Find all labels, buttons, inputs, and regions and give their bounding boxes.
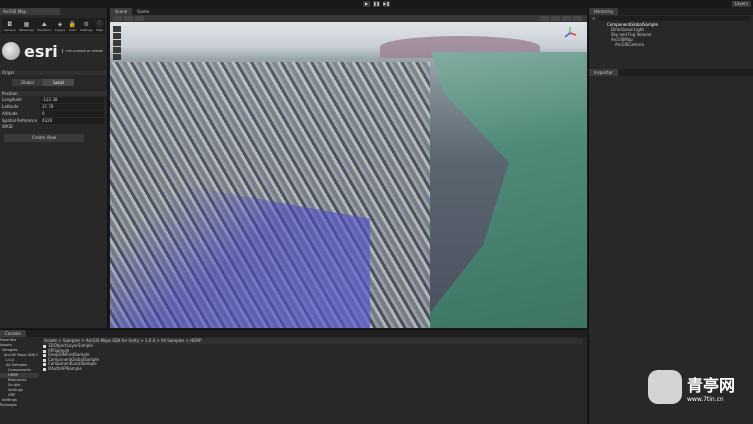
tab-scene[interactable]: Scene bbox=[110, 8, 133, 15]
elevation-icon: ⛰ bbox=[41, 20, 47, 28]
field-label: Latitude bbox=[2, 104, 19, 109]
field-input[interactable]: 0 bbox=[40, 111, 104, 117]
origin-toggle: Global Local bbox=[12, 79, 74, 86]
watermark-logo-icon bbox=[648, 370, 682, 404]
tool-settings[interactable]: ⚙ Settings bbox=[80, 21, 92, 32]
field-row: Spatial Reference WKID 4326 bbox=[0, 118, 107, 129]
tool-label: Auth bbox=[69, 27, 77, 32]
basemap-icon: ▦ bbox=[23, 20, 30, 28]
camera-icon: ◘ bbox=[7, 20, 13, 28]
create-view-button[interactable]: Create View bbox=[4, 134, 84, 142]
rect-tool[interactable] bbox=[113, 54, 121, 60]
scene-panel: Scene Game bbox=[110, 8, 587, 328]
position-header: Position bbox=[0, 90, 107, 96]
draw-mode-button[interactable] bbox=[113, 15, 122, 21]
hierarchy-item[interactable]: ArcGISCamera bbox=[589, 42, 753, 47]
scene-viewport[interactable] bbox=[110, 22, 587, 328]
orientation-gizmo-icon[interactable] bbox=[563, 26, 577, 40]
tool-label: Layers bbox=[55, 27, 65, 32]
tab-console[interactable]: Console bbox=[0, 330, 26, 337]
tool-elevation[interactable]: ⛰ Elevation bbox=[37, 21, 51, 32]
layers-dropdown[interactable]: Layers bbox=[731, 1, 751, 7]
map-tools: ◘ Camera ▦ Basemap ⛰ Elevation ◈ Layers 🔒 Auth ⚙ Se… bbox=[2, 18, 105, 34]
tool-auth[interactable]: 🔒 Auth bbox=[69, 21, 76, 32]
origin-header: Origin bbox=[0, 69, 107, 75]
file-item[interactable]: OAuthAPISample bbox=[42, 366, 582, 372]
tab-game[interactable]: Game bbox=[132, 8, 154, 15]
global-button[interactable]: Global bbox=[12, 79, 43, 86]
tool-camera[interactable]: ◘ Camera bbox=[4, 21, 16, 32]
pause-button[interactable]: ❚❚ bbox=[373, 1, 380, 7]
tool-label: Basemap bbox=[19, 27, 34, 32]
tool-label: Elevation bbox=[37, 27, 52, 32]
field-row: Altitude 0 bbox=[0, 111, 107, 117]
tab-arcgis-map[interactable]: ArcGIS Map bbox=[0, 8, 60, 15]
esri-wordmark: esri bbox=[24, 41, 58, 61]
tool-basemap[interactable]: ▦ Basemap bbox=[20, 21, 34, 32]
tool-label: Help bbox=[96, 27, 104, 32]
project-tree: FavoritesAssetsSamplesArcGIS Maps SDK fo… bbox=[0, 338, 38, 418]
scene-toolbar bbox=[110, 15, 587, 22]
project-files: Assets > Samples > ArcGIS Maps SDK for U… bbox=[42, 338, 582, 418]
console-project-panel: Console Favorites Assets Samples ArcGIS Map… bbox=[0, 329, 587, 424]
gizmos-button[interactable] bbox=[540, 15, 549, 21]
tab-hierarchy[interactable]: Hierarchy bbox=[589, 8, 619, 15]
local-button[interactable]: Local bbox=[43, 79, 74, 86]
arcgis-map-panel: ArcGIS Map ◘ Camera ▦ Basemap ⛰ Elevation ◈ Lay… bbox=[0, 8, 108, 328]
tool-help[interactable]: ⓘ Help bbox=[96, 21, 103, 32]
hand-tool[interactable] bbox=[113, 26, 121, 32]
scale-tool[interactable] bbox=[113, 47, 121, 53]
step-button[interactable]: ▶❚ bbox=[383, 1, 390, 7]
play-button[interactable]: ▶ bbox=[363, 1, 370, 7]
watermark: 青亭网 www.7tin.cn bbox=[648, 370, 735, 404]
move-tool[interactable] bbox=[113, 33, 121, 39]
top-right-tools: Layers bbox=[731, 1, 751, 7]
tab-inspector[interactable]: Inspector bbox=[589, 69, 618, 76]
help-icon: ⓘ bbox=[96, 20, 103, 28]
tool-label: Camera bbox=[3, 27, 16, 32]
field-row: Latitude 37.78 bbox=[0, 104, 107, 110]
tagline: THE SCIENCE OF WHERE bbox=[61, 49, 103, 53]
field-input[interactable]: -122.38 bbox=[40, 97, 104, 103]
field-input[interactable]: 4326 bbox=[40, 118, 104, 124]
globe-icon bbox=[2, 42, 20, 60]
field-label: Spatial Reference WKID bbox=[2, 118, 38, 129]
playback-controls: ▶ ❚❚ ▶❚ bbox=[363, 1, 390, 7]
grid-button[interactable] bbox=[573, 15, 582, 21]
rotate-tool[interactable] bbox=[113, 40, 121, 46]
field-label: Altitude bbox=[2, 111, 18, 116]
tool-layers[interactable]: ◈ Layers bbox=[55, 21, 65, 32]
field-input[interactable]: 37.78 bbox=[40, 104, 104, 110]
2d-button[interactable] bbox=[124, 15, 133, 21]
layers-icon: ◈ bbox=[57, 20, 63, 28]
settings-icon: ⚙ bbox=[83, 20, 89, 28]
auth-icon: 🔒 bbox=[68, 20, 77, 28]
field-row: Longitude -122.38 bbox=[0, 97, 107, 103]
watermark-name: 青亭网 bbox=[687, 375, 736, 395]
field-label: Longitude bbox=[2, 97, 22, 102]
esri-logo: esri THE SCIENCE OF WHERE bbox=[0, 37, 107, 65]
watermark-url: www.7tin.cn bbox=[687, 395, 724, 403]
add-icon[interactable]: + bbox=[592, 16, 595, 21]
project-tree-item[interactable]: Packages bbox=[0, 403, 38, 408]
hierarchy-search[interactable] bbox=[599, 16, 750, 21]
lighting-button[interactable] bbox=[135, 15, 144, 21]
camera-button[interactable] bbox=[551, 15, 560, 21]
hierarchy-panel: Hierarchy + ComponentGlobalSample Directi… bbox=[588, 8, 753, 424]
transform-tools bbox=[113, 26, 121, 60]
visibility-button[interactable] bbox=[562, 15, 571, 21]
tool-label: Settings bbox=[80, 27, 93, 32]
